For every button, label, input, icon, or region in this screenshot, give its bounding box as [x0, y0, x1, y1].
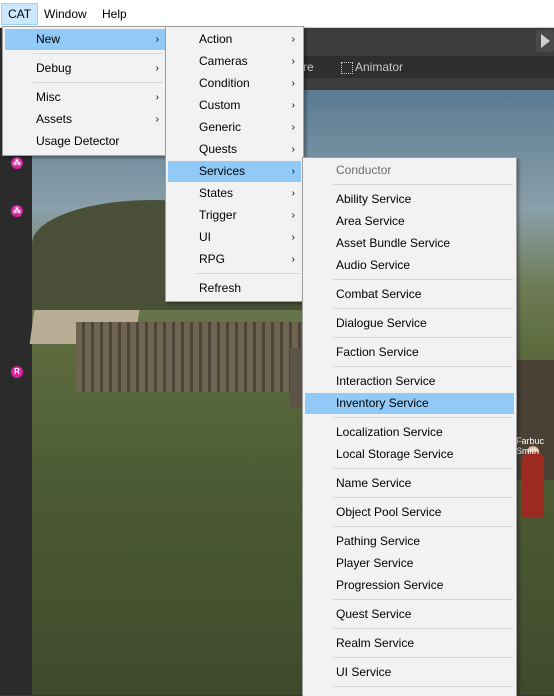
menu-item-audio-service[interactable]: Audio Service	[305, 255, 514, 276]
menu-item-local-storage-service[interactable]: Local Storage Service	[305, 444, 514, 465]
chevron-right-icon: ›	[291, 100, 295, 111]
menu-item-custom[interactable]: Custom ›	[168, 95, 301, 116]
menu-item-cameras[interactable]: Cameras ›	[168, 51, 301, 72]
menu-item-usage-detector[interactable]: Usage Detector	[5, 131, 165, 152]
gizmo-icon[interactable]: ⁂	[11, 205, 23, 217]
menu-separator	[333, 599, 513, 600]
tab-animator[interactable]: Animator	[355, 60, 403, 74]
chevron-right-icon: ›	[291, 188, 295, 199]
menu-item-progression-service[interactable]: Progression Service	[305, 575, 514, 596]
menu-item-player-service[interactable]: Player Service	[305, 553, 514, 574]
chevron-right-icon: ›	[155, 92, 159, 103]
menu-help[interactable]: Help	[96, 4, 133, 24]
menu-separator	[333, 468, 513, 469]
chevron-right-icon: ›	[155, 63, 159, 74]
menu-item-states[interactable]: States ›	[168, 183, 301, 204]
menu-separator	[333, 337, 513, 338]
gizmo-icon[interactable]: R	[11, 366, 23, 378]
menu-item-quest-service[interactable]: Quest Service	[305, 604, 514, 625]
menu-separator	[333, 279, 513, 280]
chevron-right-icon: ›	[291, 144, 295, 155]
menu-item-name-service[interactable]: Name Service	[305, 473, 514, 494]
menu-item-realm-service[interactable]: Realm Service	[305, 633, 514, 654]
animator-icon	[341, 62, 353, 74]
menu-separator	[333, 417, 513, 418]
scene-sign: Farbuc Smith	[516, 436, 545, 456]
menu-item-object-pool-service[interactable]: Object Pool Service	[305, 502, 514, 523]
menu-item-rpg[interactable]: RPG ›	[168, 249, 301, 270]
chevron-right-icon: ›	[291, 122, 295, 133]
menu-separator	[33, 53, 163, 54]
menu-separator	[333, 366, 513, 367]
tab-partial-label[interactable]: re	[303, 60, 314, 74]
menu-item-condition[interactable]: Condition ›	[168, 73, 301, 94]
play-icon	[541, 34, 550, 48]
menu-item-refresh[interactable]: Refresh	[168, 278, 301, 299]
gizmo-icon[interactable]: ⁂	[11, 157, 23, 169]
menu-item-ui[interactable]: UI ›	[168, 227, 301, 248]
chevron-right-icon: ›	[291, 78, 295, 89]
menu-item-interaction-service[interactable]: Interaction Service	[305, 371, 514, 392]
cat-menu: New › Debug › Misc › Assets › Usage Detector	[2, 26, 168, 156]
menu-item-inventory-service[interactable]: Inventory Service	[305, 393, 514, 414]
menu-item-conductor: Conductor	[336, 163, 392, 177]
menu-window[interactable]: Window	[38, 4, 93, 24]
menu-item-dialogue-service[interactable]: Dialogue Service	[305, 313, 514, 334]
menu-separator	[333, 308, 513, 309]
chevron-right-icon: ›	[291, 254, 295, 265]
menu-item-trigger[interactable]: Trigger ›	[168, 205, 301, 226]
menu-item-quests[interactable]: Quests ›	[168, 139, 301, 160]
menu-cat[interactable]: CAT	[1, 3, 39, 25]
services-submenu: Conductor Ability Service Area Service A…	[302, 157, 517, 696]
chevron-right-icon: ›	[155, 114, 159, 125]
menu-separator	[196, 273, 300, 274]
menu-item-generic[interactable]: Generic ›	[168, 117, 301, 138]
menu-item-localization-service[interactable]: Localization Service	[305, 422, 514, 443]
scene-character	[522, 452, 544, 517]
menu-separator	[333, 686, 513, 687]
menu-item-asset-bundle-service[interactable]: Asset Bundle Service	[305, 233, 514, 254]
menu-item-faction-service[interactable]: Faction Service	[305, 342, 514, 363]
chevron-right-icon: ›	[291, 210, 295, 221]
menu-separator	[333, 497, 513, 498]
chevron-right-icon: ›	[291, 232, 295, 243]
menu-item-new[interactable]: New ›	[5, 29, 165, 50]
menu-item-action[interactable]: Action ›	[168, 29, 301, 50]
menu-item-area-service[interactable]: Area Service	[305, 211, 514, 232]
chevron-right-icon: ›	[291, 56, 295, 67]
chevron-right-icon: ›	[155, 34, 159, 45]
menu-bar: CAT Window Help	[0, 0, 554, 28]
menu-item-pathing-service[interactable]: Pathing Service	[305, 531, 514, 552]
menu-item-combat-service[interactable]: Combat Service	[305, 284, 514, 305]
menu-separator	[333, 184, 513, 185]
menu-item-assets[interactable]: Assets ›	[5, 109, 165, 130]
chevron-right-icon: ›	[291, 34, 295, 45]
menu-item-misc[interactable]: Misc ›	[5, 87, 165, 108]
menu-item-debug[interactable]: Debug ›	[5, 58, 165, 79]
menu-item-ui-service[interactable]: UI Service	[305, 662, 514, 683]
new-submenu: Action › Cameras › Condition › Custom › Gene…	[165, 26, 304, 302]
menu-item-services[interactable]: Services ›	[168, 161, 301, 182]
chevron-right-icon: ›	[291, 166, 295, 177]
menu-separator	[333, 526, 513, 527]
menu-separator	[333, 628, 513, 629]
menu-separator	[333, 657, 513, 658]
menu-item-ability-service[interactable]: Ability Service	[305, 189, 514, 210]
menu-separator	[33, 82, 163, 83]
scene-fence	[76, 322, 306, 392]
